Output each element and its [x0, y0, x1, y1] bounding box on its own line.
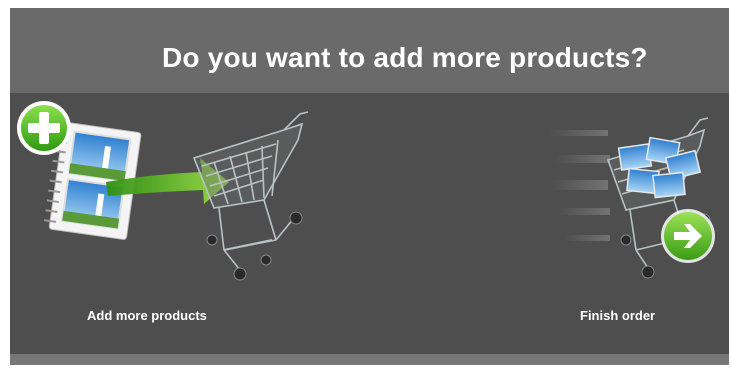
finish-order-label: Finish order: [580, 308, 656, 323]
shopping-cart-icon: [192, 111, 309, 271]
finish-order-button[interactable]: Finish order: [548, 100, 718, 345]
dialog-title: Do you want to add more products?: [162, 42, 648, 73]
add-more-products-button[interactable]: Add more products: [14, 100, 314, 345]
arrow-right-icon: [661, 209, 715, 263]
plus-icon: [17, 101, 71, 155]
dialog-footer: [10, 354, 729, 365]
add-more-products-label: Add more products: [87, 308, 207, 323]
dialog-header: Do you want to add more products?: [10, 8, 729, 93]
